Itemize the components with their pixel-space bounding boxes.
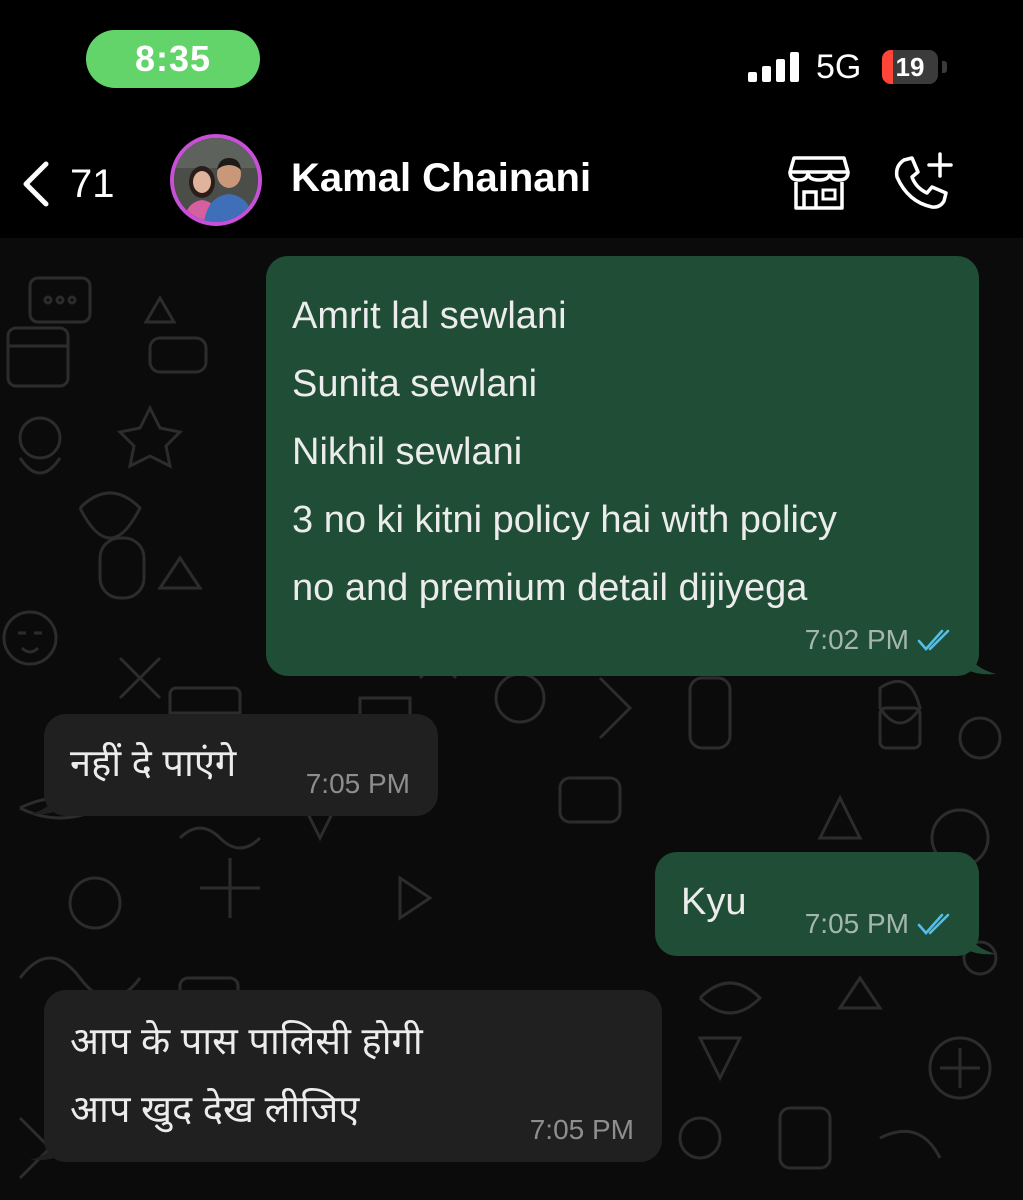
message-bubble-incoming[interactable]: नहीं दे पाएंगे 7:05 PM xyxy=(44,714,438,816)
unread-count: 71 xyxy=(70,161,115,206)
back-button[interactable]: 71 xyxy=(18,156,115,212)
signal-bars-icon xyxy=(748,52,799,82)
status-time[interactable]: 8:35 xyxy=(86,30,260,88)
phone-plus-icon xyxy=(894,152,953,209)
message-text: Amrit lal sewlani Sunita sewlani Nikhil … xyxy=(292,282,953,622)
message-bubble-outgoing[interactable]: Kyu 7:05 PM xyxy=(655,852,979,956)
message-line: Amrit lal sewlani xyxy=(292,295,567,337)
message-meta: 7:05 PM xyxy=(306,770,410,798)
message-meta: 7:05 PM xyxy=(530,1116,634,1144)
message-time: 7:05 PM xyxy=(804,908,909,939)
double-check-icon xyxy=(917,913,950,935)
network-type: 5G xyxy=(816,48,862,86)
chevron-left-icon xyxy=(23,161,49,207)
message-time: 7:05 PM xyxy=(305,768,410,799)
message-line: Sunita sewlani xyxy=(292,363,538,405)
message-line: आप के पास पालिसी होगी xyxy=(70,1021,423,1063)
message-bubble-incoming[interactable]: आप के पास पालिसी होगी आप खुद देख लीजिए 7… xyxy=(44,990,662,1162)
double-check-icon xyxy=(917,629,950,651)
battery-level: 19 xyxy=(895,51,925,82)
message-time: 7:05 PM xyxy=(529,1114,634,1145)
message-line: 3 no ki kitni policy hai with policy xyxy=(292,499,837,541)
message-time: 7:02 PM xyxy=(804,624,909,655)
message-meta: 7:02 PM xyxy=(805,626,955,654)
storefront-icon xyxy=(788,156,850,210)
call-button[interactable] xyxy=(890,150,956,212)
contact-name[interactable]: Kamal Chainani xyxy=(291,156,591,201)
avatar[interactable] xyxy=(170,134,262,226)
battery-icon: 19 xyxy=(882,50,938,84)
chat-header: 71 Kamal Chainani xyxy=(0,130,1023,238)
message-bubble-outgoing[interactable]: Amrit lal sewlani Sunita sewlani Nikhil … xyxy=(266,256,979,676)
catalog-button[interactable] xyxy=(786,152,852,212)
avatar-photo xyxy=(174,138,258,222)
message-line: no and premium detail dijiyega xyxy=(292,567,808,609)
message-line: Nikhil sewlani xyxy=(292,431,523,473)
whatsapp-chat-screen: 8:35 5G 19 71 Kamal Chainani Amrit lal s… xyxy=(0,0,1023,1200)
message-meta: 7:05 PM xyxy=(805,910,955,938)
battery-tip xyxy=(942,61,947,73)
status-bar: 8:35 5G 19 xyxy=(0,0,1023,130)
chat-area[interactable]: Amrit lal sewlani Sunita sewlani Nikhil … xyxy=(0,238,1023,1200)
